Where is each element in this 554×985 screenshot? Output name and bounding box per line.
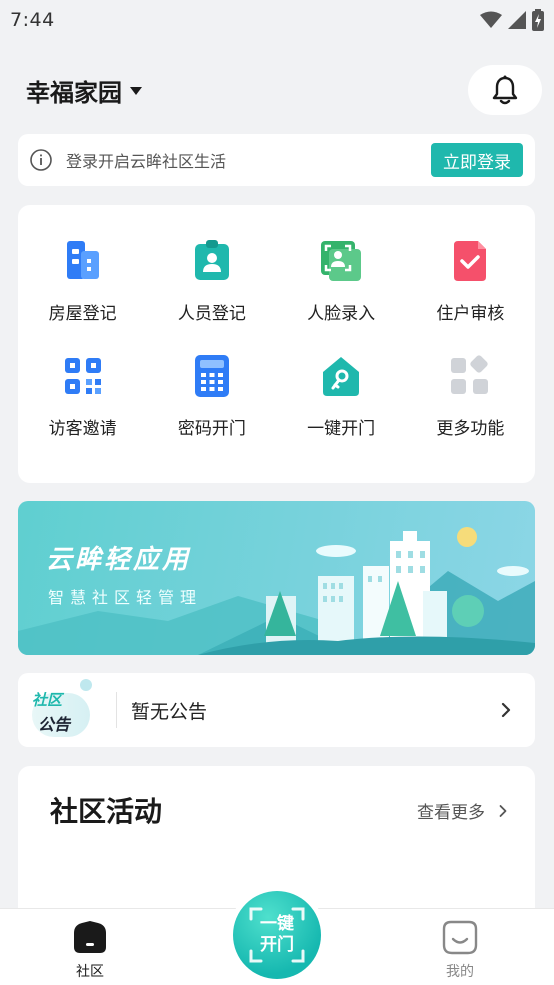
- face-scan-icon: [321, 241, 362, 281]
- bell-icon: [492, 75, 518, 105]
- notice-badge-line2: 公告: [38, 715, 71, 734]
- func-label: 访客邀请: [48, 419, 117, 439]
- community-name: 幸福家园: [26, 78, 122, 107]
- notification-button[interactable]: [468, 65, 542, 115]
- func-resident-review[interactable]: 住户审核: [406, 237, 535, 324]
- header: 幸福家园: [0, 62, 554, 118]
- func-label: 更多功能: [436, 419, 505, 439]
- tab-community[interactable]: 社区: [70, 919, 110, 981]
- chevron-right-icon: [501, 702, 511, 718]
- func-password-open[interactable]: 密码开门: [147, 352, 276, 439]
- banner-title: 云眸轻应用: [46, 545, 192, 575]
- scan-frame-icon: [249, 907, 305, 963]
- func-person-register[interactable]: 人员登记: [147, 237, 276, 324]
- status-time: 7:44: [10, 9, 55, 31]
- activity-title: 社区活动: [50, 795, 163, 828]
- community-selector[interactable]: 幸福家园: [26, 73, 142, 108]
- keypad-icon: [194, 355, 229, 397]
- login-prompt-text: 登录开启云眸社区生活: [66, 152, 227, 171]
- community-notice[interactable]: 社区 公告 暂无公告: [18, 673, 535, 747]
- notice-text: 暂无公告: [131, 700, 208, 723]
- notice-badge-line1: 社区: [32, 691, 63, 709]
- func-more[interactable]: 更多功能: [406, 352, 535, 439]
- building-icon: [66, 241, 99, 279]
- home-icon: [74, 921, 106, 953]
- func-house-register[interactable]: 房屋登记: [18, 237, 147, 324]
- activity-more-label: 查看更多: [417, 803, 485, 823]
- check-doc-icon: [454, 241, 487, 281]
- func-label: 人脸录入: [307, 304, 376, 324]
- qr-code-icon: [64, 358, 101, 394]
- person-badge-icon: [194, 240, 229, 280]
- tab-mine-label: 我的: [446, 964, 474, 980]
- func-face-entry[interactable]: 人脸录入: [277, 237, 406, 324]
- info-icon: [30, 149, 52, 171]
- status-icons: [480, 9, 544, 31]
- more-grid-icon: [451, 355, 489, 394]
- func-label: 住户审核: [436, 304, 505, 324]
- login-button[interactable]: 立即登录: [431, 143, 523, 177]
- one-key-open-button[interactable]: 一键 开门: [233, 891, 321, 979]
- tab-mine[interactable]: 我的: [440, 919, 480, 981]
- notice-divider: [116, 692, 117, 728]
- func-one-key-open[interactable]: 一键开门: [277, 352, 406, 439]
- battery-icon: [532, 9, 544, 31]
- profile-face-icon: [442, 920, 478, 955]
- func-label: 房屋登记: [48, 304, 117, 324]
- chevron-right-icon: [499, 804, 507, 817]
- func-label: 密码开门: [177, 419, 246, 439]
- notice-badge: 社区 公告: [18, 673, 98, 747]
- caret-down-icon: [130, 87, 142, 95]
- func-visitor-invite[interactable]: 访客邀请: [18, 352, 147, 439]
- signal-icon: [508, 11, 526, 29]
- activity-more-link[interactable]: 查看更多: [417, 798, 507, 823]
- function-card: 房屋登记 人员登记 人脸录入 住户审核 访客邀请 密码开门 一键开门 更多功能: [18, 205, 535, 483]
- func-label: 一键开门: [307, 419, 376, 439]
- tab-community-label: 社区: [76, 964, 104, 980]
- status-bar: 7:44: [0, 0, 554, 40]
- wifi-icon: [480, 11, 502, 28]
- func-label: 人员登记: [177, 304, 246, 324]
- login-prompt-bar: 登录开启云眸社区生活 立即登录: [18, 134, 535, 186]
- promo-banner[interactable]: 云眸轻应用 智慧社区轻管理: [18, 501, 535, 655]
- function-grid: 房屋登记 人员登记 人脸录入 住户审核 访客邀请 密码开门 一键开门 更多功能: [18, 237, 535, 439]
- city-illustration: [18, 527, 535, 655]
- banner-subtitle: 智慧社区轻管理: [48, 588, 203, 607]
- notice-badge-dot: [80, 679, 92, 691]
- key-house-icon: [323, 357, 360, 396]
